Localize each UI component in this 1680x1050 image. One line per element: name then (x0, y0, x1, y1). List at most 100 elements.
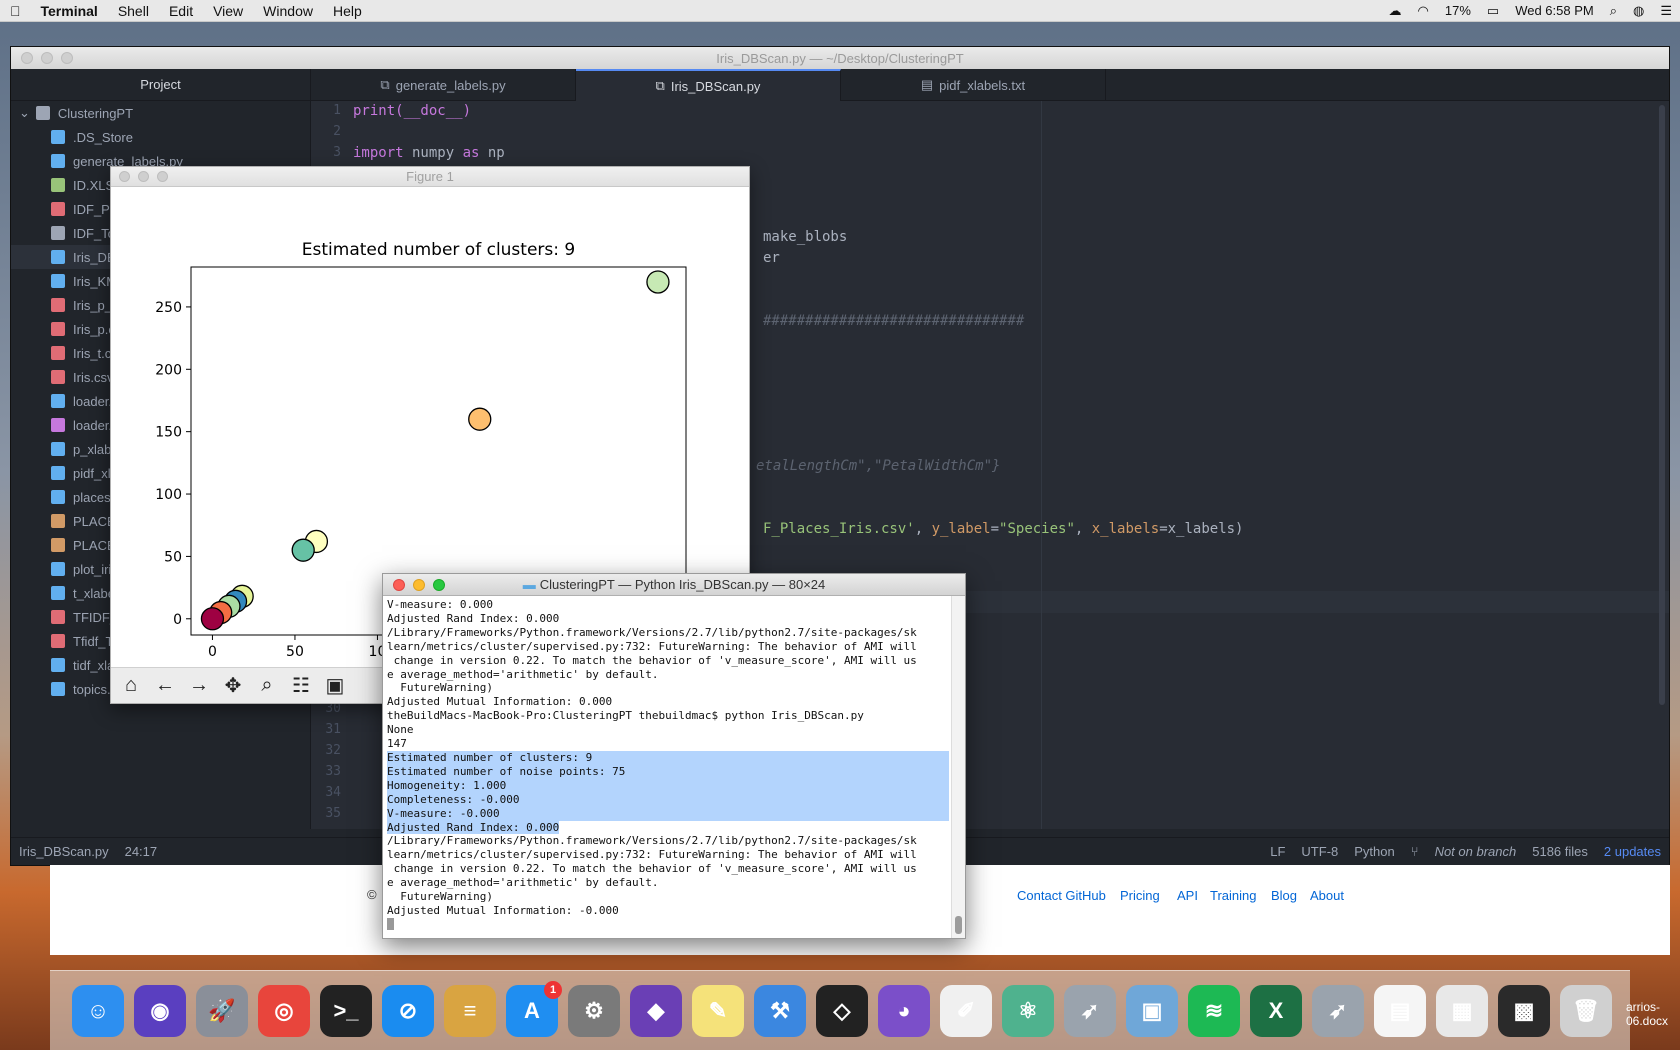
status-grammar[interactable]: Python (1346, 844, 1402, 859)
save-icon[interactable]: ▣ (319, 671, 351, 701)
apple-icon[interactable]:  (0, 3, 31, 19)
atom-icon[interactable]: ⚛ (1002, 984, 1054, 1037)
menu-edit[interactable]: Edit (159, 3, 203, 19)
status-cursor-position[interactable]: 24:17 (117, 844, 166, 859)
battery-icon[interactable]: ▭ (1479, 3, 1507, 19)
footer-link-about[interactable]: About (1310, 888, 1344, 903)
pan-icon[interactable]: ✥ (217, 671, 249, 701)
minimize-button[interactable] (41, 52, 53, 64)
line-number: 2 (333, 124, 341, 139)
xcode-icon[interactable]: ⚒ (754, 984, 806, 1037)
footer-link-training[interactable]: Training (1210, 888, 1256, 903)
desktop-file-label[interactable]: arrios-06.docx (1626, 1000, 1680, 1028)
trash-icon[interactable]: 🗑 (1560, 984, 1612, 1037)
menu-help[interactable]: Help (323, 3, 372, 19)
spotify-icon[interactable]: ≋ (1188, 984, 1240, 1037)
zoom-button[interactable] (433, 579, 445, 591)
notes-icon[interactable]: ✎ (692, 984, 744, 1037)
siri-icon[interactable]: ◉ (134, 984, 186, 1037)
sequel-pro-icon[interactable]: ≡ (444, 984, 496, 1037)
close-button[interactable] (21, 52, 33, 64)
spreadsheet-document-icon[interactable]: ▦ (1436, 984, 1488, 1037)
terminal-output[interactable]: V-measure: 0.000 Adjusted Rand Index: 0.0… (387, 598, 949, 938)
txt-document-icon[interactable]: ▤ (1374, 984, 1426, 1037)
zoom-button[interactable] (61, 52, 73, 64)
home-icon[interactable]: ⌂ (115, 671, 147, 701)
tab-iris-dbscan[interactable]: ⧉ Iris_DBScan.py (576, 69, 841, 101)
status-files-count[interactable]: 5186 files (1524, 844, 1596, 859)
zoom-icon[interactable]: ⌕ (251, 671, 283, 701)
file-icon (51, 178, 65, 192)
git-branch-icon: ⑂ (1410, 844, 1419, 859)
rocket-icon-2[interactable]: ➶ (1312, 984, 1364, 1037)
tree-file-item[interactable]: .DS_Store (11, 125, 310, 149)
file-icon (51, 130, 65, 144)
status-branch[interactable]: Not on branch (1427, 844, 1525, 859)
status-file-name[interactable]: Iris_DBScan.py (11, 844, 117, 859)
back-arrow-icon[interactable]: ← (149, 671, 181, 701)
spotlight-icon[interactable]: ⌕ (1602, 3, 1625, 19)
editor-scrollbar[interactable] (1659, 105, 1665, 705)
forward-arrow-icon[interactable]: → (183, 671, 215, 701)
project-tab[interactable]: Project (11, 69, 310, 101)
dock: ☺ ◉ 🚀 ◎ >_ ⊘ ≡ A 1 ⚙ ◆ ✎ ⚒ ◇ ◕ ✐ ⚛ ➶ ▣ ≋ X ➶ ▤ ▦ ▩ 🗑 (50, 970, 1630, 1050)
launchpad-icon[interactable]: 🚀 (196, 984, 248, 1037)
menu-shell[interactable]: Shell (108, 3, 159, 19)
dock-icon-glyph: ◇ (833, 997, 851, 1023)
tree-file-label: ID.XLS (73, 177, 115, 193)
close-button[interactable] (393, 579, 405, 591)
footer-link-api[interactable]: API (1177, 888, 1198, 903)
rocket-icon[interactable]: ➶ (1064, 984, 1116, 1037)
terminal-scrollbar[interactable] (951, 596, 965, 938)
unity-icon[interactable]: ◇ (816, 984, 868, 1037)
textedit-icon[interactable]: ✐ (940, 984, 992, 1037)
code-line-1: print(__doc__) (353, 103, 471, 119)
terminal-icon[interactable]: >_ (320, 984, 372, 1037)
tab-pidf-xlabels[interactable]: ▤ pidf_xlabels.txt (841, 69, 1106, 101)
zoom-button[interactable] (157, 171, 168, 182)
footer-link-pricing[interactable]: Pricing (1120, 888, 1160, 903)
footer-link-blog[interactable]: Blog (1271, 888, 1297, 903)
github-desktop-icon[interactable]: ◕ (878, 984, 930, 1037)
y-tick-label: 0 (173, 612, 182, 628)
chrome-icon[interactable]: ◎ (258, 984, 310, 1037)
code-line-21: F_Places_Iris.csv', y_label="Species", x… (763, 521, 1243, 537)
close-button[interactable] (119, 171, 130, 182)
terminal-line: Adjusted Rand Index: 0.000 (387, 611, 560, 625)
finder-icon[interactable]: ☺ (72, 984, 124, 1037)
battery-percent[interactable]: 17% (1437, 3, 1479, 18)
clock[interactable]: Wed 6:58 PM (1507, 3, 1602, 18)
user-icon[interactable]: ◍ (1625, 3, 1652, 19)
notification-center-icon[interactable]: ☰ (1652, 3, 1680, 19)
menu-window[interactable]: Window (253, 3, 323, 19)
safari-icon[interactable]: ⊘ (382, 984, 434, 1037)
tree-root-folder[interactable]: ⌄ ClusteringPT (11, 101, 310, 125)
code-token: print(__doc__) (353, 103, 472, 119)
tab-generate-labels[interactable]: ⧉ generate_labels.py (311, 69, 576, 101)
terminal-line: Adjusted Rand Index: 0.000 (387, 820, 560, 834)
file-icon (51, 490, 65, 504)
dock-icon-glyph: ⚒ (770, 997, 790, 1023)
visual-studio-icon[interactable]: ◆ (630, 984, 682, 1037)
preview-icon[interactable]: ▣ (1126, 984, 1178, 1037)
menu-view[interactable]: View (203, 3, 253, 19)
code-token: F_Places_Iris.csv' (763, 521, 915, 537)
creative-cloud-icon[interactable]: ☁ (1381, 3, 1410, 19)
scrollbar-thumb[interactable] (955, 916, 962, 934)
terminal-line: None (387, 723, 414, 737)
status-encoding[interactable]: UTF-8 (1293, 844, 1346, 859)
system-preferences-icon[interactable]: ⚙ (568, 984, 620, 1037)
terminal-window[interactable]: ▬ ClusteringPT — Python Iris_DBScan.py — … (382, 573, 966, 939)
app-store-icon[interactable]: A1 (506, 980, 562, 1037)
menu-app-name[interactable]: Terminal (31, 3, 108, 19)
atom-window-title: Iris_DBScan.py — ~/Desktop/ClusteringPT (716, 50, 964, 66)
status-updates[interactable]: 2 updates (1596, 844, 1669, 859)
status-line-ending[interactable]: LF (1262, 844, 1293, 859)
screenshot-document-icon[interactable]: ▩ (1498, 984, 1550, 1037)
excel-icon[interactable]: X (1250, 984, 1302, 1037)
minimize-button[interactable] (138, 171, 149, 182)
footer-link-contact[interactable]: Contact GitHub (1017, 888, 1106, 903)
wifi-icon[interactable]: ◠ (1410, 3, 1437, 19)
configure-icon[interactable]: ☷ (285, 671, 317, 701)
minimize-button[interactable] (413, 579, 425, 591)
